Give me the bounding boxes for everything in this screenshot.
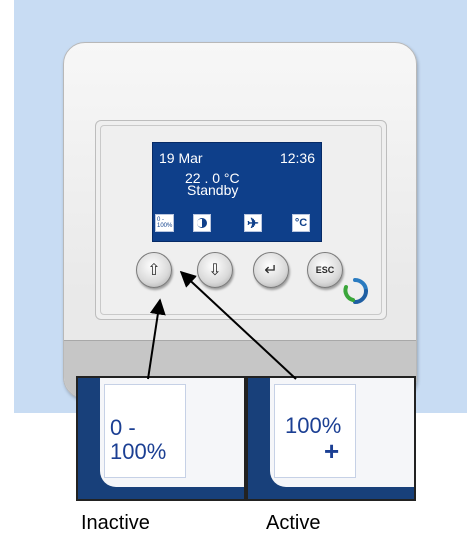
up-button[interactable]: ⇧ [136, 252, 172, 288]
celsius-icon[interactable]: °C [292, 214, 310, 232]
zoom-inactive-line2: 100% [110, 439, 167, 464]
screen-date: 19 Mar [159, 150, 203, 166]
logo-icon [343, 278, 368, 304]
down-arrow-icon: ⇩ [208, 262, 222, 279]
up-arrow-icon: ⇧ [147, 262, 161, 279]
moon-crescent-cutout [197, 219, 202, 227]
zoom-inactive-line1: 0 - [110, 415, 136, 440]
lcd-screen: 19 Mar 12:36 22 . 0 °C Standby 0 - 100% … [152, 142, 322, 242]
controller-device: 19 Mar 12:36 22 . 0 °C Standby 0 - 100% … [63, 42, 417, 399]
enter-button[interactable]: ↵ [253, 252, 289, 288]
screen-time: 12:36 [279, 150, 315, 166]
screen-mode: Standby [187, 182, 239, 198]
enter-icon: ↵ [264, 262, 278, 279]
caption-inactive: Inactive [81, 512, 150, 534]
down-button[interactable]: ⇩ [197, 252, 233, 288]
esc-button[interactable]: ESC [307, 252, 343, 288]
zoom-active-line1: 100% [285, 413, 342, 438]
range-icon[interactable]: 0 - 100% [155, 214, 174, 232]
moon-icon[interactable] [193, 214, 211, 232]
zoom-active-line2: + [324, 436, 340, 466]
zoom-inactive-range-icon: 0 - 100% [76, 376, 246, 501]
zoom-active-range-icon: 100% + [246, 376, 416, 501]
caption-active: Active [266, 512, 321, 534]
fan-icon[interactable]: ✈ [244, 214, 262, 232]
esc-label: ESC [315, 265, 335, 275]
